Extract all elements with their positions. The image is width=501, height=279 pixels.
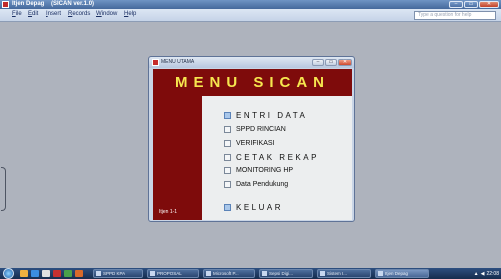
- form-icon: [152, 59, 159, 66]
- dialog-close-icon[interactable]: ✕: [338, 59, 352, 66]
- taskbar-item[interactable]: Sistem I...: [317, 269, 371, 278]
- taskbar-item[interactable]: PROPOSAL: [147, 269, 199, 278]
- sidebar-handle[interactable]: [1, 167, 6, 211]
- menubar: File Edit Insert Records Window Help Typ…: [0, 9, 501, 22]
- volume-icon[interactable]: ◀: [481, 271, 485, 277]
- option-checkbox[interactable]: [224, 112, 231, 119]
- menu-insert[interactable]: Insert: [46, 11, 61, 17]
- option-label: MONITORING HP: [236, 167, 294, 174]
- menu-options-panel: ENTRI DATA SPPD RINCIAN VERIFIKASI CETAK…: [202, 96, 352, 220]
- window-controls: – ▭ ✕: [449, 1, 499, 8]
- app-titlebar[interactable]: Itjen Depag (SICAN ver.1.0) – ▭ ✕: [0, 0, 501, 9]
- option-cetak-rekap[interactable]: CETAK REKAP: [224, 153, 319, 162]
- taskbar: SPPD KPA PROPOSAL Microsoft P... Sepsi D…: [0, 268, 501, 279]
- option-label: Data Pendukung: [236, 181, 289, 188]
- start-button[interactable]: [3, 268, 14, 279]
- help-question-input[interactable]: Type a question for help: [414, 11, 496, 20]
- minimize-icon[interactable]: –: [449, 1, 463, 8]
- option-label: CETAK REKAP: [236, 153, 319, 162]
- banner-title: MENU SICAN: [153, 69, 352, 96]
- media-icon[interactable]: [42, 270, 50, 277]
- option-checkbox[interactable]: [224, 167, 231, 174]
- menu-utama-dialog: MENU UTAMA – ▭ ✕ MENU SICAN Itjen 1-1 EN…: [148, 56, 355, 222]
- app-quicklaunch-icon[interactable]: [64, 270, 72, 277]
- network-icon[interactable]: ▲: [474, 271, 479, 277]
- dialog-restore-icon[interactable]: ▭: [325, 59, 337, 66]
- menu-help[interactable]: Help: [124, 11, 136, 17]
- option-checkbox[interactable]: [224, 126, 231, 133]
- option-checkbox[interactable]: [224, 181, 231, 188]
- menu-edit[interactable]: Edit: [28, 11, 38, 17]
- option-label: VERIFIKASI: [236, 140, 275, 147]
- taskbar-item[interactable]: SPPD KPA: [93, 269, 143, 278]
- app-quicklaunch-icon[interactable]: [75, 270, 83, 277]
- ie-icon[interactable]: [31, 270, 39, 277]
- taskbar-item[interactable]: Sepsi Digi...: [259, 269, 313, 278]
- option-monitoring-hp[interactable]: MONITORING HP: [224, 167, 293, 174]
- option-label: KELUAR: [236, 203, 284, 212]
- dialog-controls: – ▭ ✕: [312, 59, 352, 66]
- dialog-titlebar[interactable]: MENU UTAMA – ▭ ✕: [149, 57, 354, 68]
- access-form-icon: [2, 1, 9, 8]
- option-checkbox[interactable]: [224, 204, 231, 211]
- taskbar-item-active[interactable]: Itjen Depag: [375, 269, 429, 278]
- option-verifikasi[interactable]: VERIFIKASI: [224, 140, 275, 147]
- option-label: SPPD RINCIAN: [236, 126, 286, 133]
- user-label: Itjen 1-1: [159, 209, 178, 215]
- option-label: ENTRI DATA: [236, 111, 308, 120]
- option-checkbox[interactable]: [224, 140, 231, 147]
- dialog-title: MENU UTAMA: [161, 59, 195, 65]
- clock[interactable]: 22:08: [486, 271, 499, 277]
- system-tray: ▲ ◀ 22:08: [474, 269, 499, 278]
- dialog-minimize-icon[interactable]: –: [312, 59, 324, 66]
- window-title: Itjen Depag (SICAN ver.1.0): [12, 1, 95, 7]
- menu-file[interactable]: File: [12, 11, 22, 17]
- taskbar-item[interactable]: Microsoft P...: [203, 269, 255, 278]
- left-panel: Itjen 1-1: [153, 96, 202, 220]
- explorer-icon[interactable]: [20, 270, 28, 277]
- close-icon[interactable]: ✕: [479, 1, 499, 8]
- option-sppd-rincian[interactable]: SPPD RINCIAN: [224, 126, 286, 133]
- option-keluar[interactable]: KELUAR: [224, 203, 283, 212]
- option-entri-data[interactable]: ENTRI DATA: [224, 111, 307, 120]
- option-checkbox[interactable]: [224, 154, 231, 161]
- menu-window[interactable]: Window: [96, 11, 117, 17]
- app-quicklaunch-icon[interactable]: [53, 270, 61, 277]
- option-data-pendukung[interactable]: Data Pendukung: [224, 181, 288, 188]
- maximize-icon[interactable]: ▭: [464, 1, 478, 8]
- menu-records[interactable]: Records: [68, 11, 90, 17]
